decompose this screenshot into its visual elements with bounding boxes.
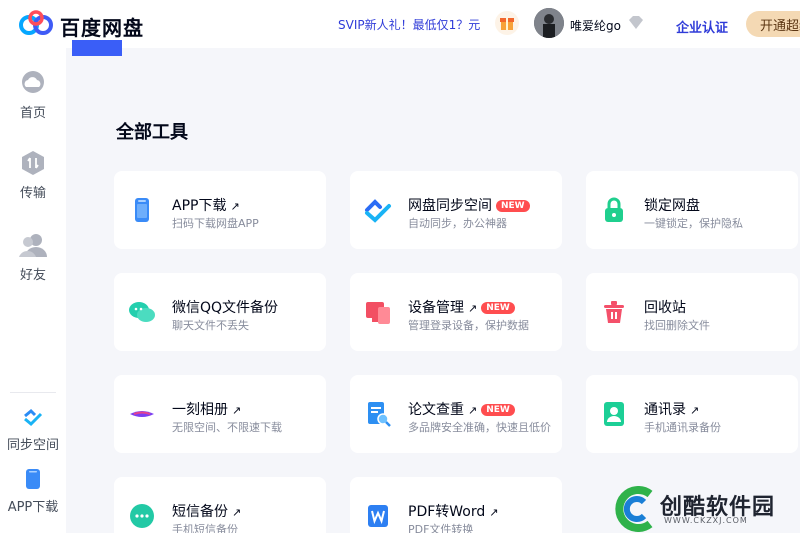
tool-name: 通讯录: [644, 402, 686, 418]
tool-card-paper-check[interactable]: 论文查重 ↗ NEW 多品牌安全准确，快速且低价: [350, 375, 562, 453]
tool-name: 短信备份: [172, 504, 228, 520]
tool-name: 论文查重: [408, 402, 464, 418]
sync-icon: [24, 408, 43, 427]
tool-desc: 找回删除文件: [644, 319, 710, 332]
username[interactable]: 唯爱纶go: [570, 17, 621, 34]
tool-name: 锁定网盘: [644, 198, 700, 214]
devices-icon: [366, 302, 390, 324]
external-link-icon: ↗: [230, 200, 240, 213]
transfer-icon: [22, 151, 44, 175]
enterprise-auth-link[interactable]: 企业认证: [676, 17, 728, 36]
album-icon: [130, 411, 154, 417]
external-link-icon: ↗: [468, 404, 478, 417]
sync-icon: [365, 199, 391, 223]
sidebar-item-label: 首页: [19, 106, 46, 121]
top-header: 百度网盘 SVIP新人礼！最低仅1？元 唯爱纶go 企业认证 开通超级: [0, 0, 800, 56]
tool-name: 微信QQ文件备份: [172, 300, 279, 316]
sidebar-item-label: 传输: [19, 186, 46, 201]
diamond-icon[interactable]: [627, 14, 645, 32]
tool-desc: 自动同步，办公神器: [408, 217, 507, 230]
svip-promo-link[interactable]: SVIP新人礼！最低仅1？元: [338, 16, 480, 33]
contact-icon: [604, 402, 624, 426]
sms-icon: [130, 504, 154, 528]
open-svip-button[interactable]: 开通超级: [746, 11, 800, 37]
tool-desc: 手机短信备份: [172, 523, 238, 533]
sidebar-item-label: 好友: [19, 268, 46, 283]
tool-card-chat-backup[interactable]: 微信QQ文件备份 聊天文件不丢失: [114, 273, 326, 351]
new-badge: NEW: [481, 404, 515, 416]
sidebar: 首页 传输 好友 同步空间 APP下载: [0, 48, 66, 533]
tool-card-device-manage[interactable]: 设备管理 ↗ NEW 管理登录设备，保护数据: [350, 273, 562, 351]
external-link-icon: ↗: [468, 302, 478, 315]
logo-underline: [72, 40, 122, 56]
baidu-netdisk-logo-icon[interactable]: [18, 10, 54, 38]
external-link-icon: ↗: [232, 404, 242, 417]
tool-name: 网盘同步空间: [408, 198, 492, 214]
tool-card-album[interactable]: 一刻相册 ↗ 无限空间、不限速下载: [114, 375, 326, 453]
tool-desc: 手机通讯录备份: [644, 421, 721, 434]
sidebar-item-transfer[interactable]: 传输: [0, 150, 66, 201]
tool-desc: 一键锁定，保护隐私: [644, 217, 743, 230]
friends-icon: [19, 234, 47, 257]
tool-name: 一刻相册: [172, 402, 228, 418]
tool-card-contacts[interactable]: 通讯录 ↗ 手机通讯录备份: [586, 375, 798, 453]
tool-name: 设备管理: [408, 300, 464, 316]
user-avatar[interactable]: [534, 8, 564, 38]
sidebar-divider: [10, 392, 56, 393]
new-badge: NEW: [481, 302, 515, 314]
tool-card-pdf-to-word[interactable]: PDF转Word ↗ PDF文件转换: [350, 477, 562, 533]
sidebar-item-label: APP下载: [7, 500, 59, 515]
tool-card-lock[interactable]: 锁定网盘 一键锁定，保护隐私: [586, 171, 798, 249]
phone-icon: [26, 469, 40, 489]
watermark-logo-icon: [615, 486, 653, 532]
tool-card-recycle-bin[interactable]: 回收站 找回删除文件: [586, 273, 798, 351]
external-link-icon: ↗: [489, 506, 499, 519]
tool-name: APP下载: [172, 198, 227, 214]
chat-icon: [129, 302, 155, 322]
sidebar-item-sync[interactable]: 同步空间: [0, 408, 66, 453]
tool-desc: PDF文件转换: [408, 523, 474, 533]
tool-desc: 无限空间、不限速下载: [172, 421, 282, 434]
tool-desc: 聊天文件不丢失: [172, 319, 249, 332]
new-badge: NEW: [496, 200, 530, 212]
sidebar-item-friends[interactable]: 好友: [0, 232, 66, 283]
tool-name: PDF转Word: [408, 504, 486, 520]
page-title: 全部工具: [116, 122, 188, 143]
external-link-icon: ↗: [232, 506, 242, 519]
watermark-url: WWW.CKZXJ.COM: [664, 516, 748, 525]
tool-desc: 管理登录设备，保护数据: [408, 319, 529, 332]
tool-name: 回收站: [644, 300, 686, 316]
tool-desc: 扫码下载网盘APP: [172, 217, 259, 230]
trash-icon: [604, 301, 624, 323]
paper-search-icon: [368, 402, 391, 427]
tool-card-app-download[interactable]: APP下载 ↗ 扫码下载网盘APP: [114, 171, 326, 249]
cloud-icon: [22, 71, 44, 93]
word-icon: [368, 505, 388, 527]
lock-icon: [605, 197, 623, 222]
tool-card-sms-backup[interactable]: 短信备份 ↗ 手机短信备份: [114, 477, 326, 533]
external-link-icon: ↗: [690, 404, 700, 417]
brand-name[interactable]: 百度网盘: [60, 12, 144, 41]
gift-icon[interactable]: [495, 11, 519, 35]
phone-icon: [135, 198, 149, 222]
sidebar-item-home[interactable]: 首页: [0, 70, 66, 121]
tool-desc: 多品牌安全准确，快速且低价: [408, 421, 551, 434]
tool-card-sync-space[interactable]: 网盘同步空间 NEW 自动同步，办公神器: [350, 171, 562, 249]
sidebar-item-label: 同步空间: [6, 438, 59, 453]
sidebar-item-app-download[interactable]: APP下载: [0, 468, 66, 515]
